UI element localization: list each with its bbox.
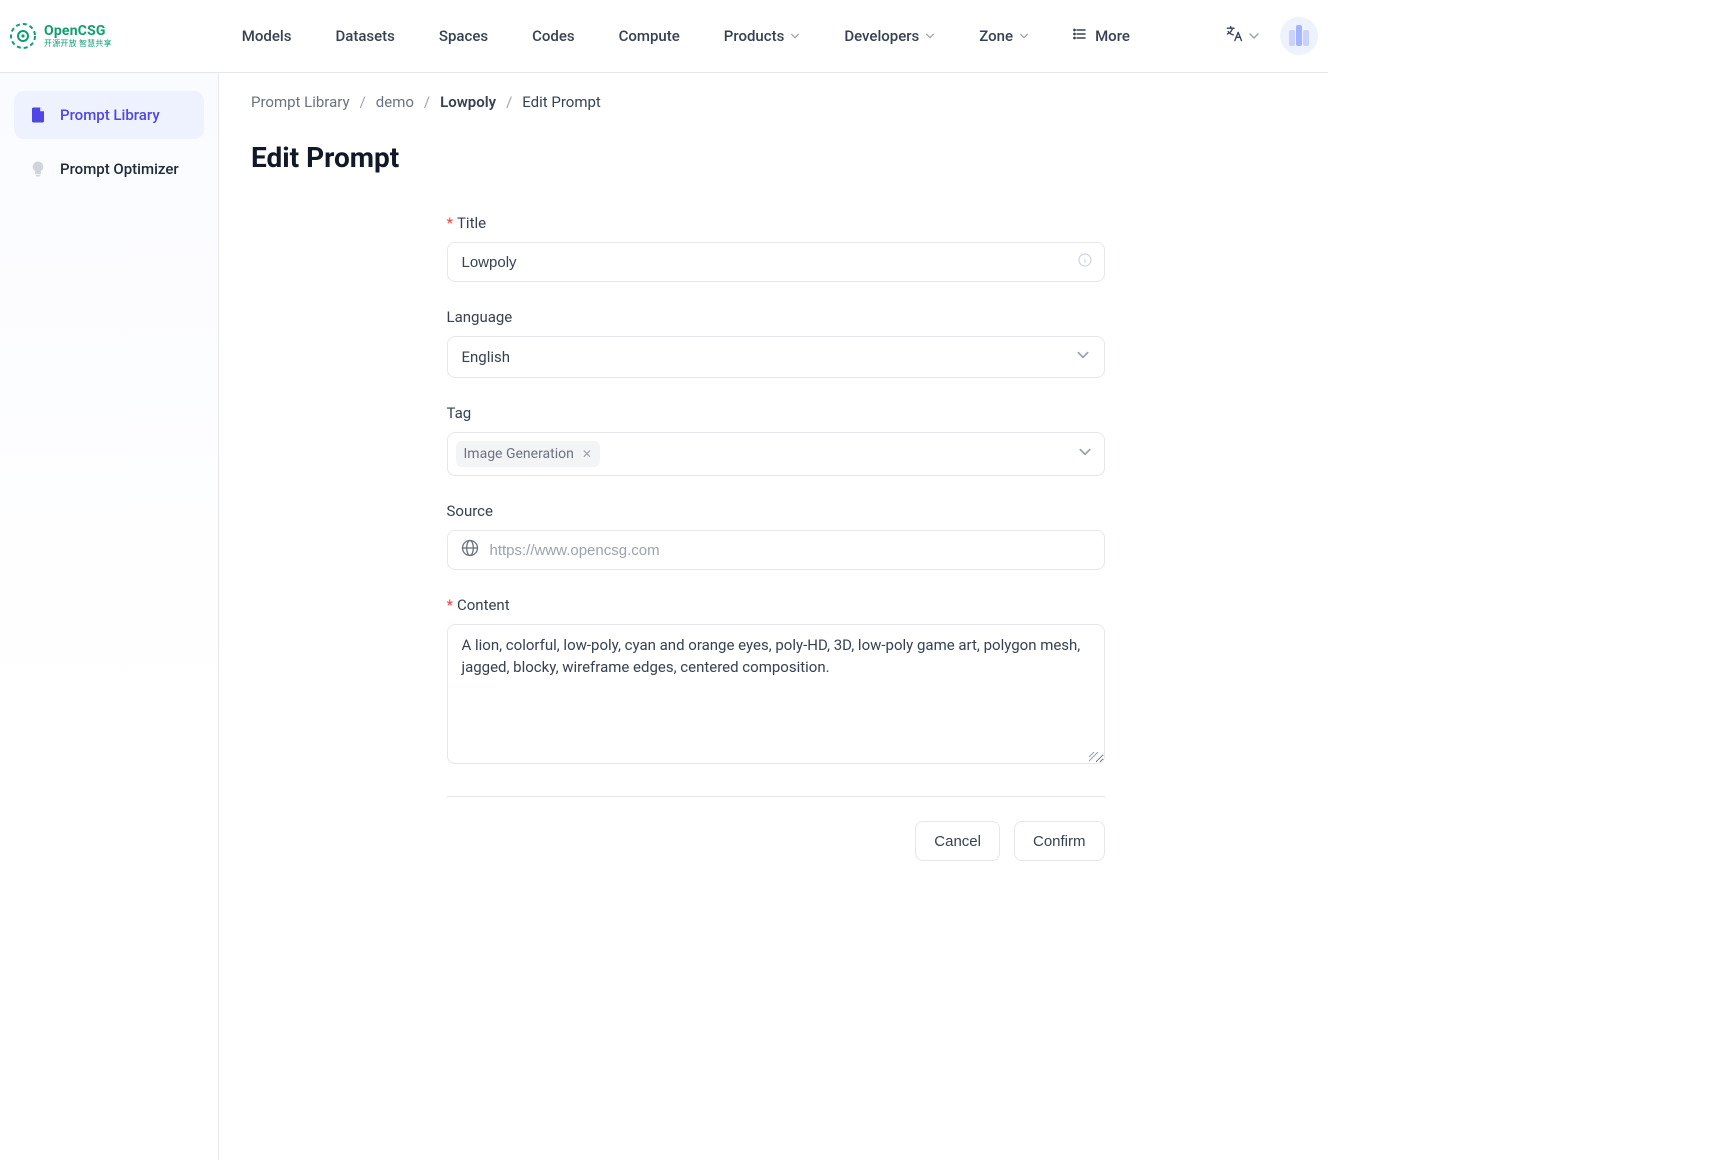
label-text: Title: [457, 214, 486, 232]
tag-chip-label: Image Generation: [464, 446, 574, 462]
brand-mark: [8, 21, 38, 51]
content-textarea[interactable]: [447, 624, 1105, 764]
avatar[interactable]: [1280, 17, 1318, 55]
form-label: Language: [447, 308, 1105, 326]
bulb-icon: [28, 159, 48, 179]
nav-label: Spaces: [439, 27, 488, 45]
form-label: * Title: [447, 214, 1105, 232]
edit-prompt-form: * Title Language: [447, 214, 1105, 861]
select-value: English: [462, 348, 511, 366]
form-group-content: * Content: [447, 596, 1105, 768]
nav-label: Codes: [532, 27, 575, 45]
brand-logo[interactable]: OpenCSG 开源开放 智慧共享: [8, 21, 112, 51]
breadcrumb-item[interactable]: Prompt Library: [251, 93, 350, 111]
breadcrumb-item-current: Edit Prompt: [522, 93, 601, 111]
top-nav: OpenCSG 开源开放 智慧共享 Models Datasets Spaces…: [0, 0, 1328, 73]
sidebar-item-label: Prompt Library: [60, 106, 160, 124]
sidebar-item-prompt-library[interactable]: Prompt Library: [14, 91, 204, 139]
source-input-wrap: [447, 530, 1105, 570]
nav-label: Products: [724, 27, 785, 45]
breadcrumb-item[interactable]: Lowpoly: [440, 93, 496, 111]
nav-item-products[interactable]: Products: [724, 27, 801, 45]
confirm-button[interactable]: Confirm: [1014, 821, 1105, 861]
nav-label: Developers: [844, 27, 919, 45]
nav-item-more[interactable]: More: [1073, 27, 1130, 45]
language-switch[interactable]: [1224, 24, 1260, 48]
form-group-source: Source: [447, 502, 1105, 570]
label-text: Source: [447, 502, 493, 520]
chevron-down-icon: [1019, 31, 1029, 41]
globe-icon: [460, 538, 480, 562]
required-asterisk: *: [447, 596, 453, 614]
nav-item-compute[interactable]: Compute: [619, 27, 680, 45]
chevron-down-icon: [1078, 445, 1092, 463]
nav-more-label: More: [1095, 27, 1130, 45]
nav-label: Datasets: [335, 27, 394, 45]
sidebar-item-prompt-optimizer[interactable]: Prompt Optimizer: [14, 145, 204, 193]
close-icon[interactable]: ✕: [582, 447, 592, 461]
chevron-down-icon: [790, 31, 800, 41]
form-actions: Cancel Confirm: [447, 821, 1105, 861]
nav-item-datasets[interactable]: Datasets: [335, 27, 394, 45]
title-input[interactable]: [447, 242, 1105, 282]
breadcrumb: Prompt Library / demo / Lowpoly / Edit P…: [251, 93, 1300, 111]
nav-label: Compute: [619, 27, 680, 45]
tag-select[interactable]: Image Generation ✕: [447, 432, 1105, 476]
brand-text: OpenCSG 开源开放 智慧共享: [44, 24, 112, 48]
sidebar: Prompt Library Prompt Optimizer: [0, 73, 219, 1160]
list-icon: [1073, 27, 1087, 45]
main-content: Prompt Library / demo / Lowpoly / Edit P…: [219, 73, 1328, 1160]
info-icon: [1077, 252, 1093, 272]
page-title: Edit Prompt: [251, 141, 1300, 174]
tag-chip: Image Generation ✕: [456, 441, 600, 467]
chevron-down-icon: [925, 31, 935, 41]
file-icon: [28, 105, 48, 125]
nav-item-codes[interactable]: Codes: [532, 27, 575, 45]
form-label: Source: [447, 502, 1105, 520]
nav-item-zone[interactable]: Zone: [979, 27, 1029, 45]
label-text: Language: [447, 308, 513, 326]
label-text: Content: [457, 596, 510, 614]
form-group-tag: Tag Image Generation ✕: [447, 404, 1105, 476]
form-group-language: Language English: [447, 308, 1105, 378]
form-label: Tag: [447, 404, 1105, 422]
nav-right: [1224, 17, 1318, 55]
brand-name: OpenCSG: [44, 24, 112, 38]
required-asterisk: *: [447, 214, 453, 232]
chevron-down-icon: [1076, 348, 1090, 366]
nav-label: Zone: [979, 27, 1013, 45]
sidebar-item-label: Prompt Optimizer: [60, 160, 179, 178]
nav-links: Models Datasets Spaces Codes Compute Pro…: [242, 27, 1224, 45]
nav-item-developers[interactable]: Developers: [844, 27, 935, 45]
nav-label: Models: [242, 27, 292, 45]
source-input[interactable]: [490, 531, 1092, 569]
brand-tagline: 开源开放 智慧共享: [44, 40, 112, 48]
cancel-button[interactable]: Cancel: [915, 821, 1000, 861]
breadcrumb-sep: /: [360, 93, 366, 111]
language-select[interactable]: English: [447, 336, 1105, 378]
form-label: * Content: [447, 596, 1105, 614]
chevron-down-icon: [1248, 27, 1260, 46]
breadcrumb-sep: /: [506, 93, 512, 111]
label-text: Tag: [447, 404, 472, 422]
breadcrumb-sep: /: [424, 93, 430, 111]
form-group-title: * Title: [447, 214, 1105, 282]
breadcrumb-item[interactable]: demo: [376, 93, 414, 111]
divider: [447, 796, 1105, 797]
translate-icon: [1224, 24, 1244, 48]
nav-item-spaces[interactable]: Spaces: [439, 27, 488, 45]
nav-item-models[interactable]: Models: [242, 27, 292, 45]
